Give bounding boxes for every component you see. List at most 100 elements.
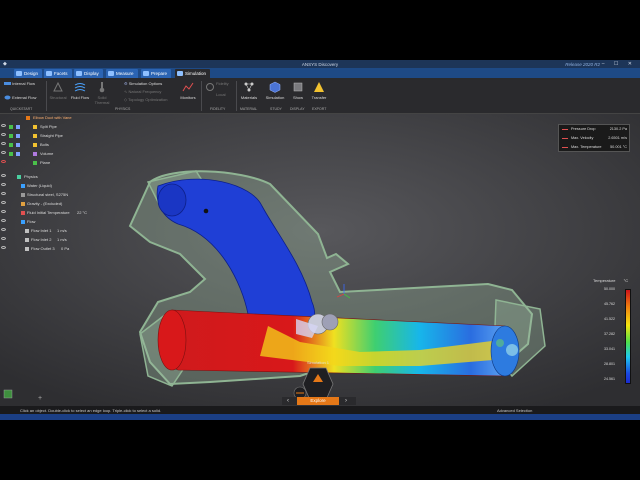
refine-button[interactable] xyxy=(203,80,216,95)
monitor-chart-icon xyxy=(562,138,568,141)
materials-icon xyxy=(243,80,256,93)
simulation-progress-dial[interactable] xyxy=(302,367,334,401)
tab-facets[interactable]: Facets xyxy=(44,69,72,78)
visibility-eye-icon[interactable] xyxy=(1,228,6,231)
legend-title: Temperature °C xyxy=(593,278,629,283)
visibility-eye-icon[interactable] xyxy=(1,192,6,195)
release-label: Release 2020 R2 xyxy=(565,61,600,67)
pressure-drop-label: Pressure Drop xyxy=(571,127,596,131)
design-tab-icon xyxy=(16,71,22,76)
visibility-eye-icon[interactable] xyxy=(1,246,6,249)
assembly-icon xyxy=(26,115,30,120)
materials-button[interactable]: Materials xyxy=(238,80,260,100)
legend-tick: 28.801 xyxy=(604,362,615,366)
legend-tick: 50.000 xyxy=(604,287,615,291)
volume-icon xyxy=(33,151,37,156)
tab-simulation[interactable]: Simulation xyxy=(175,69,211,78)
structural-button[interactable]: Structural xyxy=(48,80,68,100)
visibility-eye-icon[interactable] xyxy=(1,201,6,204)
selection-mode[interactable]: Advanced Selection xyxy=(497,408,532,413)
internal-flow-button[interactable]: Internal Flow xyxy=(4,81,35,86)
quickstart-group-label: Quickstart xyxy=(10,107,33,111)
svg-text:+: + xyxy=(38,395,42,402)
flow-icon xyxy=(21,219,25,224)
simulation-button[interactable]: Simulation xyxy=(264,80,286,100)
monitor-chart-icon xyxy=(562,147,568,150)
visibility-eye-icon[interactable] xyxy=(1,183,6,186)
visibility-eye-icon[interactable] xyxy=(1,133,6,136)
facets-tab-icon xyxy=(46,71,52,76)
outlet-swirl xyxy=(496,339,504,347)
show-button[interactable]: Show xyxy=(288,80,308,100)
fluid-flow-button[interactable]: Fluid Flow xyxy=(70,80,90,100)
visibility-eye-icon[interactable] xyxy=(1,237,6,240)
solid-thermal-button[interactable]: Solid Thermal xyxy=(92,80,112,105)
body-checkbox[interactable] xyxy=(9,124,13,129)
body-checkbox[interactable] xyxy=(9,133,13,138)
legend-tick: 37.282 xyxy=(604,332,615,336)
tab-measure[interactable]: Measure xyxy=(106,69,138,78)
inlet-icon xyxy=(25,237,29,242)
external-flow-button[interactable]: External Flow xyxy=(4,95,36,100)
study-group-label: Study xyxy=(270,107,282,111)
bolt-nut[interactable] xyxy=(321,313,339,331)
ribbon-separator xyxy=(201,81,202,111)
wave-icon: ∿ xyxy=(124,89,128,94)
status-message: Click an object. Double-click to select … xyxy=(20,408,162,413)
monitors-button[interactable]: Monitors xyxy=(178,80,198,100)
visibility-eye-icon[interactable] xyxy=(1,124,6,127)
body-checkbox[interactable] xyxy=(9,142,13,147)
explore-button[interactable]: Explore xyxy=(297,397,339,405)
prev-stage-button[interactable]: ‹ xyxy=(287,397,289,405)
tab-display[interactable]: Display xyxy=(74,69,103,78)
folder-icon xyxy=(33,133,37,138)
visibility-eye-icon[interactable] xyxy=(1,174,6,177)
transfer-icon xyxy=(313,80,326,93)
lock-toggle[interactable] xyxy=(16,124,20,129)
window-title: ANSYS Discovery xyxy=(301,61,339,67)
legend-tick: 41.522 xyxy=(604,317,615,321)
lock-toggle[interactable] xyxy=(16,151,20,156)
hidden-eye-icon[interactable] xyxy=(1,160,6,163)
visibility-eye-icon[interactable] xyxy=(1,210,6,213)
probe-point[interactable] xyxy=(203,208,209,214)
natural-frequency-button[interactable]: ∿ Natural Frequency xyxy=(124,89,161,94)
temperature-icon xyxy=(21,210,25,215)
visibility-eye-icon[interactable] xyxy=(1,219,6,222)
temperature-color-bar[interactable] xyxy=(625,289,631,384)
monitor-chart-icon xyxy=(562,129,568,132)
next-stage-button[interactable]: › xyxy=(345,397,347,405)
outlet-icon xyxy=(25,246,29,251)
plane-icon xyxy=(33,160,37,165)
tab-design[interactable]: Design xyxy=(14,69,43,78)
structural-icon xyxy=(52,80,65,93)
monitors-icon xyxy=(182,80,195,93)
local-button[interactable]: Local xyxy=(216,92,226,97)
tab-prepare[interactable]: Prepare xyxy=(141,69,172,78)
monitors-panel: Pressure Drop 2130.2 Pa Max. Velocity 2.… xyxy=(558,124,630,152)
topology-optimization-button[interactable]: ◇ Topology Optimization xyxy=(124,97,167,102)
pressure-drop-value: 2130.2 Pa xyxy=(609,127,627,131)
explore-bar: ‹ Explore › xyxy=(282,397,356,405)
transfer-button[interactable]: Transfer xyxy=(308,80,330,100)
lights-icon[interactable] xyxy=(3,389,13,399)
external-flow-icon xyxy=(4,95,11,100)
window-controls[interactable]: – ☐ ✕ xyxy=(602,61,636,67)
display-tab-icon xyxy=(76,71,82,76)
inlet-icon xyxy=(25,228,29,233)
show-icon xyxy=(292,80,305,93)
prepare-tab-icon xyxy=(143,71,149,76)
lock-toggle[interactable] xyxy=(16,133,20,138)
body-checkbox[interactable] xyxy=(9,151,13,156)
simulation-cube-icon xyxy=(269,80,282,93)
visibility-eye-icon[interactable] xyxy=(1,151,6,154)
max-velocity-value: 2.6501 m/s xyxy=(608,136,627,140)
gravity-icon xyxy=(21,201,25,206)
lock-toggle[interactable] xyxy=(16,142,20,147)
measure-tab-icon xyxy=(108,71,114,76)
topology-icon: ◇ xyxy=(124,97,128,102)
visibility-eye-icon[interactable] xyxy=(1,142,6,145)
plus-icon[interactable]: + xyxy=(38,395,42,402)
fidelity-slider[interactable]: Fidelity xyxy=(216,81,229,86)
simulation-options-button[interactable]: ⚙ Simulation Options xyxy=(124,81,162,86)
